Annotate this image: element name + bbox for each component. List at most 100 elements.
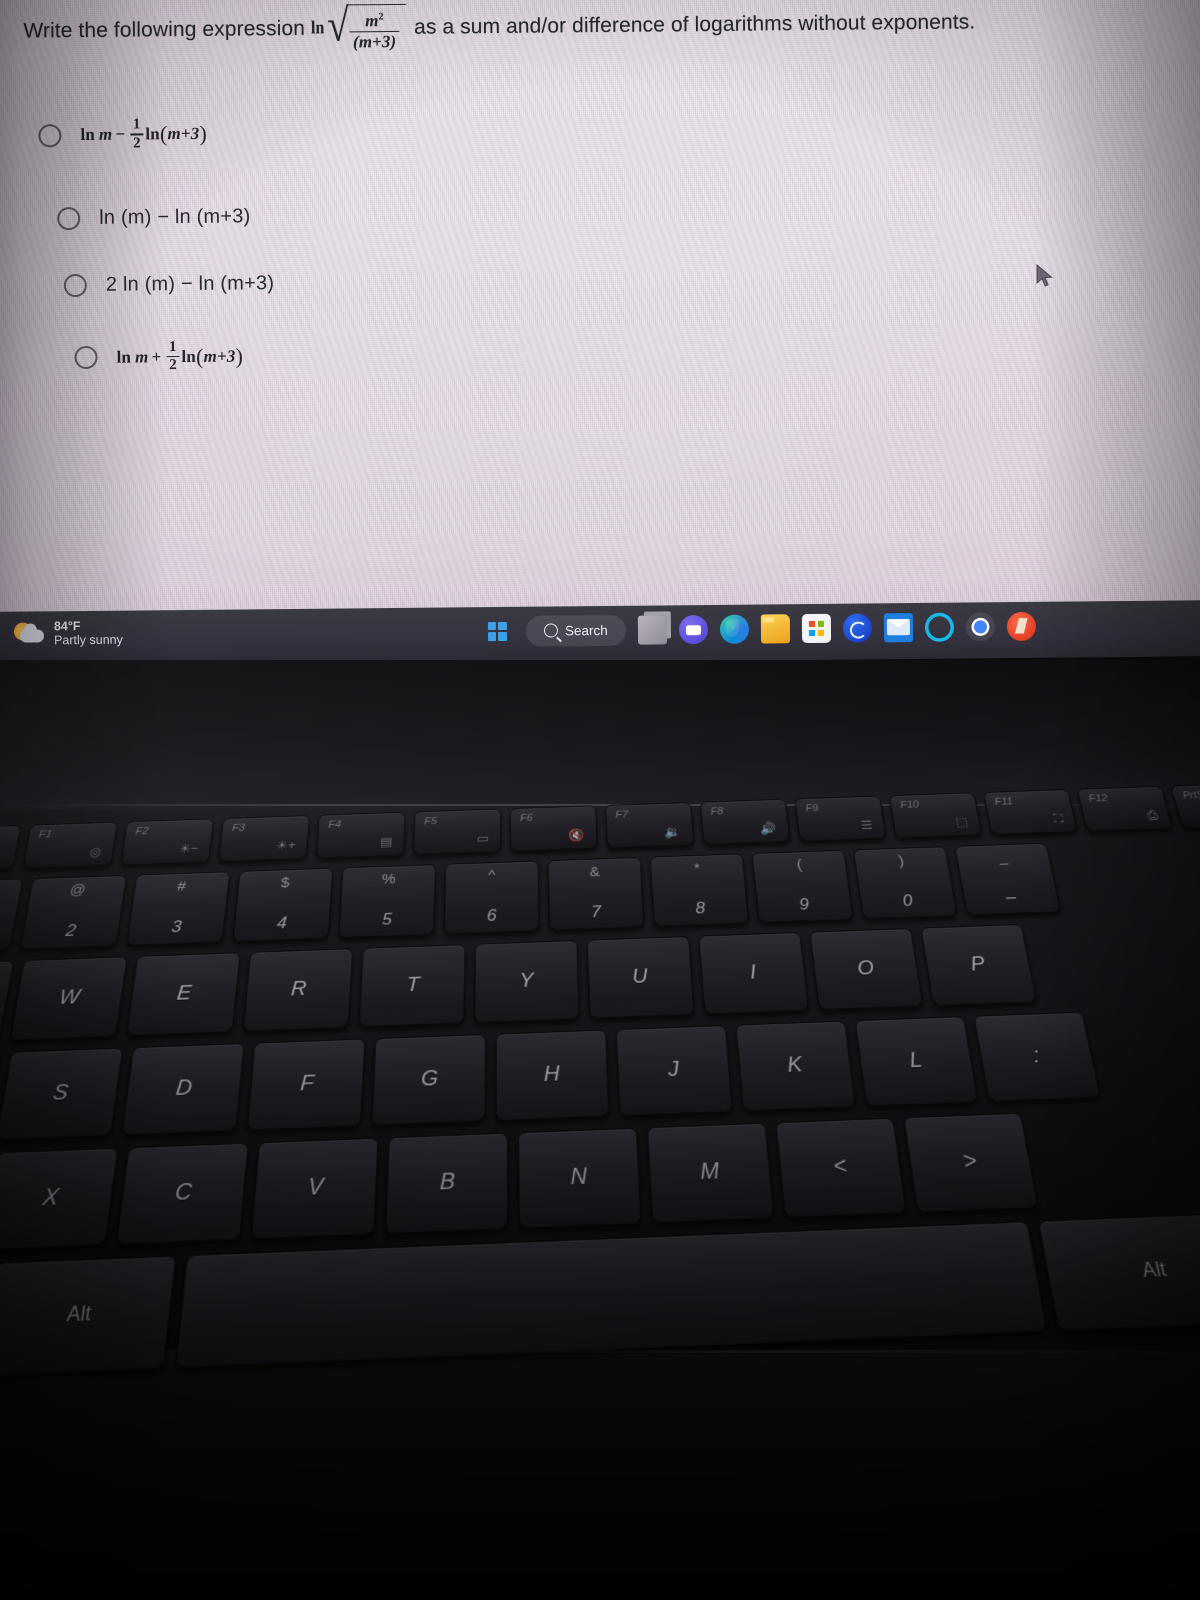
key-c[interactable]: C: [115, 1142, 249, 1245]
task-view-icon[interactable]: [637, 614, 667, 645]
key->[interactable]: >: [903, 1112, 1039, 1213]
key-f[interactable]: F: [246, 1038, 366, 1131]
key-h[interactable]: H: [495, 1029, 610, 1121]
key-esc[interactable]: Esc: [0, 824, 22, 872]
key-e[interactable]: E: [126, 952, 241, 1036]
key-<[interactable]: <: [775, 1117, 907, 1218]
answer-option-1[interactable]: ln m − 1 2 ln ( m+3): [38, 108, 1196, 153]
key-6[interactable]: ^ 6: [443, 860, 540, 935]
key-f11[interactable]: F11 ⛶: [982, 789, 1078, 835]
answer-option-4[interactable]: ln m + 1 2 ln ( m+3): [74, 330, 1198, 374]
search-icon: [543, 623, 559, 638]
store-icon[interactable]: [801, 613, 831, 643]
key-lower-label: 0: [901, 891, 914, 910]
key-t[interactable]: T: [358, 944, 466, 1028]
windows-logo-icon: [487, 621, 507, 641]
key-label: F: [299, 1070, 315, 1096]
ccleaner-icon[interactable]: [1006, 611, 1036, 641]
search-button[interactable]: Search: [525, 614, 626, 647]
key-i[interactable]: I: [698, 932, 810, 1015]
key-f7[interactable]: F7 🔉: [605, 802, 695, 849]
ln-symbol: ln: [310, 17, 325, 38]
key-8[interactable]: * 8: [649, 853, 750, 927]
key-s[interactable]: S: [0, 1047, 124, 1140]
key-lower-label: 1: [0, 923, 14, 946]
key-fn-label: F9: [804, 803, 819, 815]
key-w[interactable]: W: [9, 956, 128, 1041]
key-prtsc[interactable]: PrtSc: [1170, 782, 1200, 829]
weather-widget[interactable]: 84°F Partly sunny: [13, 619, 123, 649]
key-f5[interactable]: F5 ▭: [413, 808, 502, 855]
key-o[interactable]: O: [809, 928, 924, 1011]
key-v[interactable]: V: [250, 1137, 379, 1239]
key-f3[interactable]: F3 ☀+: [218, 815, 310, 862]
key-fn-label: F4: [327, 819, 342, 831]
answer-option-2-label: ln (m) − ln (m+3): [99, 205, 251, 229]
key-g[interactable]: G: [371, 1033, 486, 1126]
key-0[interactable]: ) 0: [853, 846, 958, 920]
key-fn-glyph: 🔉: [664, 824, 682, 839]
alexa-icon[interactable]: [925, 612, 954, 641]
opt1-frac-den: 2: [132, 135, 141, 152]
radio-button-2[interactable]: [57, 206, 81, 231]
fraction-denominator: (m+3): [352, 32, 397, 52]
start-button[interactable]: [480, 614, 514, 648]
key-9[interactable]: (9: [751, 849, 854, 923]
key-–[interactable]: _ –: [954, 842, 1062, 916]
key-f8[interactable]: F8 🔊: [699, 798, 791, 845]
key-f4[interactable]: F4 ▤: [315, 811, 406, 859]
key-u[interactable]: U: [586, 936, 695, 1019]
key-alt-right[interactable]: Alt: [1037, 1212, 1200, 1331]
radio-button-4[interactable]: [74, 346, 98, 370]
radio-button-1[interactable]: [38, 123, 62, 147]
answer-option-2[interactable]: ln (m) − ln (m+3): [57, 196, 1197, 231]
teams-icon[interactable]: [678, 614, 708, 644]
key-:[interactable]: :: [973, 1011, 1102, 1102]
numerator-exponent: 2: [378, 11, 384, 23]
key-upper-label: *: [693, 860, 701, 877]
key-p[interactable]: P: [920, 924, 1038, 1006]
key-7[interactable]: & 7: [547, 856, 645, 931]
key-k[interactable]: K: [735, 1020, 857, 1112]
key-n[interactable]: N: [518, 1127, 642, 1229]
key-fn-glyph: ⛶: [1052, 811, 1065, 826]
key-b[interactable]: B: [384, 1132, 509, 1234]
key-2[interactable]: @2: [19, 874, 128, 950]
key-4[interactable]: $4: [232, 867, 334, 942]
key-fn-label: F1: [37, 829, 53, 841]
key-lower-label: 8: [694, 898, 706, 918]
edge-icon[interactable]: [719, 614, 749, 644]
key-r[interactable]: R: [242, 948, 354, 1032]
folder-icon[interactable]: [760, 613, 790, 644]
opt1-inner: m+3: [167, 123, 200, 144]
mail-icon[interactable]: [883, 612, 913, 642]
opt4-var1: m: [135, 347, 149, 367]
key-j[interactable]: J: [615, 1024, 734, 1116]
opt1-var1: m: [98, 124, 113, 144]
answer-option-3[interactable]: 2 ln (m) − ln (m+3): [63, 263, 1198, 298]
key-lower-label: 4: [276, 913, 288, 933]
key-5[interactable]: % 5: [338, 864, 437, 938]
key-f12[interactable]: F12 ⎙: [1076, 785, 1174, 832]
key-f1[interactable]: F1 ◎: [22, 821, 118, 869]
key-f10[interactable]: F10 ⬚: [888, 792, 983, 838]
opt1-ln2: ln: [145, 124, 160, 144]
radical-sign: √: [327, 0, 350, 51]
key-x[interactable]: X: [0, 1147, 119, 1250]
key-space[interactable]: [174, 1221, 1048, 1368]
key-f9[interactable]: F9 ☰: [794, 795, 887, 842]
key-f2[interactable]: F2 ☀−: [120, 818, 215, 865]
key-d[interactable]: D: [121, 1042, 245, 1136]
radio-button-3[interactable]: [63, 273, 87, 298]
key-m[interactable]: M: [646, 1122, 775, 1223]
key-label: R: [290, 977, 308, 1001]
chrome-icon[interactable]: [965, 611, 995, 642]
key-y[interactable]: Y: [474, 940, 580, 1023]
key-label: M: [699, 1158, 721, 1185]
key-alt-left[interactable]: Alt: [0, 1255, 177, 1377]
key-l[interactable]: L: [854, 1016, 979, 1107]
key-3[interactable]: #3: [126, 871, 231, 946]
cortana-icon[interactable]: [842, 612, 872, 643]
browser-page: Write the following expression ln √ m2 (…: [0, 0, 1200, 612]
key-f6[interactable]: F6 🔇: [509, 805, 598, 852]
